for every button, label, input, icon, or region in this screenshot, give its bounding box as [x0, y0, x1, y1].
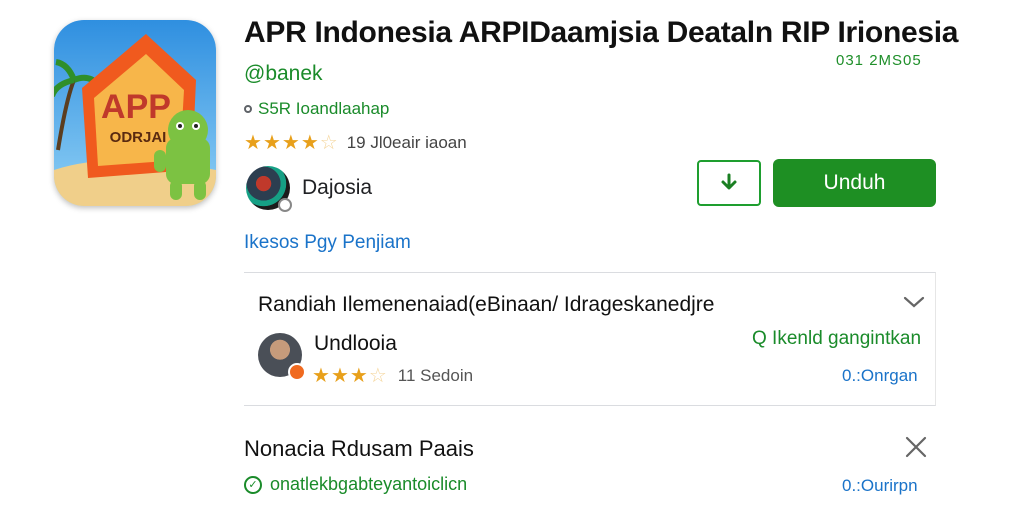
reviewer-avatar [258, 333, 306, 381]
policy-link[interactable]: Ikesos Pgy Penjiam [244, 232, 411, 254]
publisher-name: Dajosia [302, 176, 373, 199]
app-code: 031 2MS05 [836, 52, 922, 69]
reviewer-name: Undlooia [314, 332, 397, 355]
star-half-icon: ☆ [319, 132, 339, 154]
app-meta-text: S5R Ioandlaahap [258, 99, 390, 118]
app-icon-text: APP [101, 88, 171, 126]
check-circle-icon: ✓ [244, 475, 262, 494]
rating-count: 19 Jl0eair iaoan [346, 132, 467, 152]
download-button[interactable] [697, 160, 761, 206]
review-action-link[interactable]: Q Ikenld gangintkan [752, 328, 921, 350]
app-icon: APP ODRJAI [54, 20, 216, 206]
publisher[interactable]: Dajosia [246, 166, 373, 212]
publisher-avatar [246, 166, 292, 212]
chevron-down-icon[interactable] [902, 290, 926, 314]
review-rating: ★★★☆ 11 Sedoin [312, 363, 473, 388]
app-meta: S5R Ioandlaahap [244, 99, 389, 119]
section-status-text: onatlekbgabteyantoiclicn [270, 474, 468, 494]
developer-link[interactable]: @banek [244, 62, 323, 86]
star-icon: ★ [244, 132, 263, 154]
section-title: Nonacia Rdusam Paais [244, 436, 474, 461]
app-icon-artwork: APP ODRJAI [54, 20, 216, 206]
review-rating-count: 11 Sedoin [397, 365, 474, 385]
star-rating: ★★★★☆ [244, 130, 339, 155]
review-meta: 0.:Onrgan [842, 366, 918, 385]
review-card-title: Randiah Ilemenenaiad(eBinaan/ Idrageskan… [258, 293, 715, 316]
app-rating: ★★★★☆ 19 Jl0eair iaoan [244, 130, 467, 155]
meta-dot-icon [244, 105, 252, 113]
star-half-icon: ☆ [368, 365, 388, 387]
review-star-rating: ★★★☆ [312, 363, 388, 388]
star-icon: ★ [300, 132, 320, 154]
section-status: ✓ onatlekbgabteyantoiclicn [244, 474, 467, 495]
star-icon: ★ [330, 365, 350, 387]
install-button[interactable]: Unduh [773, 159, 936, 207]
verified-badge-icon [278, 198, 292, 212]
download-icon [721, 173, 737, 190]
app-icon-subtext: ODRJAI [110, 129, 167, 146]
star-icon: ★ [349, 365, 369, 387]
star-icon: ★ [312, 365, 331, 387]
reviewer-badge-icon [288, 363, 306, 381]
star-icon: ★ [281, 132, 301, 154]
app-title: APR Indonesia ARPIDaamjsia Deataln RIP I… [244, 16, 959, 49]
star-icon: ★ [262, 132, 282, 154]
section-meta: 0.:Ourirpn [842, 476, 918, 495]
close-icon[interactable] [903, 434, 929, 460]
